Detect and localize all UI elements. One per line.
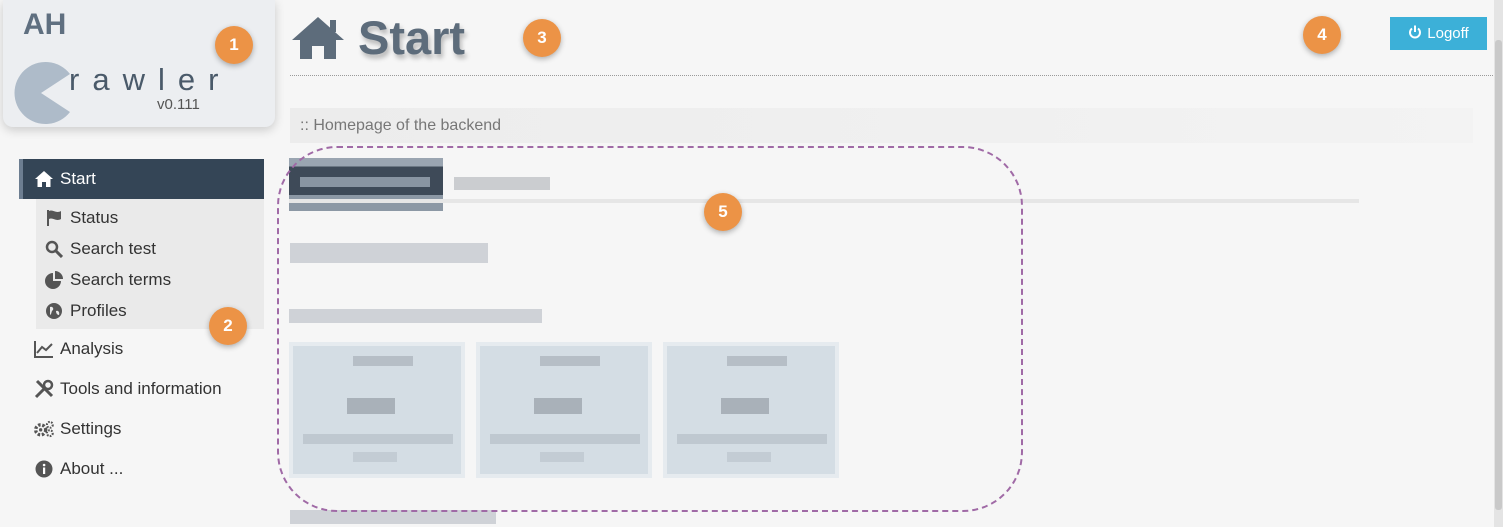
sidebar-item-label: Status [70, 207, 119, 227]
flag-icon [44, 208, 64, 228]
power-icon [1408, 25, 1422, 43]
sidebar-item-tools[interactable]: Tools and information [19, 369, 264, 409]
sidebar-item-status[interactable]: Status [36, 202, 264, 233]
logo-prefix: AH [23, 8, 67, 41]
gears-icon [34, 419, 54, 439]
home-icon [292, 17, 344, 59]
sidebar-item-label: Analysis [60, 339, 124, 358]
line-chart-icon [34, 339, 54, 359]
logoff-label: Logoff [1427, 25, 1469, 42]
logoff-button[interactable]: Logoff [1390, 17, 1487, 50]
home-icon [34, 169, 54, 189]
callout-badge: 2 [209, 307, 247, 345]
search-icon [44, 239, 64, 259]
pacman-logo-icon [14, 62, 70, 124]
sidebar-item-label: Search test [70, 238, 156, 258]
callout-badge: 1 [215, 26, 253, 64]
logo-word: rawler [69, 62, 232, 97]
globe-icon [44, 301, 64, 321]
sidebar-item-about[interactable]: About ... [19, 449, 264, 489]
sidebar-item-search-test[interactable]: Search test [36, 233, 264, 264]
highlight-region [277, 146, 1023, 512]
sidebar-item-label: About ... [60, 459, 124, 478]
callout-badge: 5 [704, 193, 742, 231]
sidebar-item-label: Tools and information [60, 379, 222, 398]
tools-icon [34, 379, 54, 399]
callout-badge: 4 [1303, 16, 1341, 54]
info-icon [34, 459, 54, 479]
pie-chart-icon [44, 270, 64, 290]
app-version: v0.111 [157, 96, 200, 113]
page-title: Start [358, 11, 466, 64]
sidebar-item-label: Start [60, 169, 96, 188]
sidebar-item-label: Profiles [70, 300, 127, 320]
scrollbar-thumb[interactable] [1495, 40, 1502, 510]
sidebar-item-label: Search terms [70, 269, 172, 289]
sidebar-item-start[interactable]: Start [19, 159, 264, 199]
sidebar-item-label: Settings [60, 419, 122, 438]
blurred-text-line [290, 510, 496, 524]
sidebar-item-settings[interactable]: Settings [19, 409, 264, 449]
header-divider [290, 75, 1495, 76]
sidebar-item-search-terms[interactable]: Search terms [36, 264, 264, 295]
callout-badge: 3 [523, 19, 561, 57]
page-subtitle: :: Homepage of the backend [290, 108, 1473, 143]
